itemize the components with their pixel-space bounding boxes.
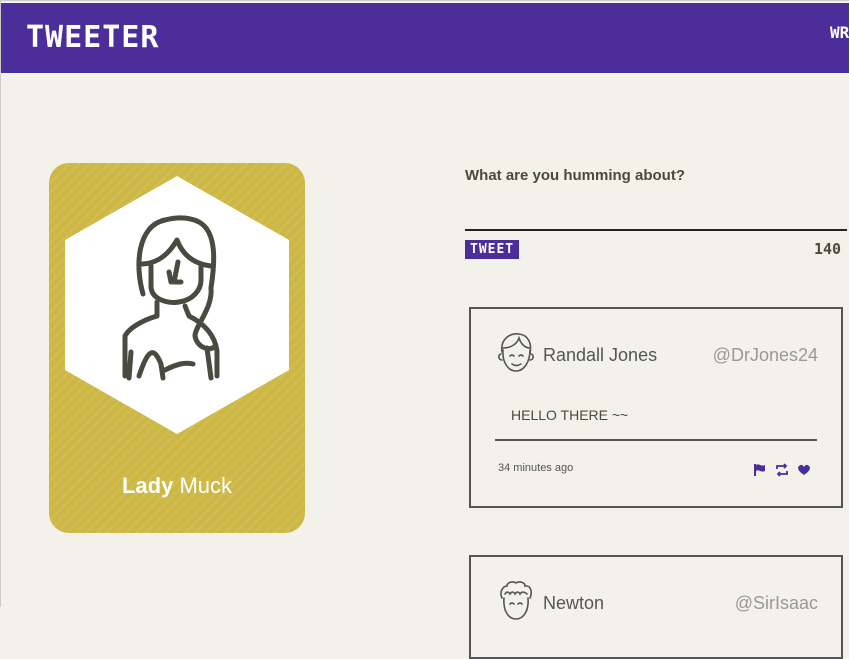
tweet-divider bbox=[495, 439, 817, 441]
tweet-body: HELLO THERE ~~ bbox=[511, 407, 629, 423]
avatar-hexagon bbox=[65, 176, 289, 434]
profile-first-name: Lady bbox=[121, 473, 174, 498]
tweet-button[interactable]: TWEET bbox=[465, 240, 520, 259]
tweet-author-handle[interactable]: @DrJones24 bbox=[713, 345, 818, 366]
compose-area: What are you humming about? TWEET 140 bbox=[465, 167, 847, 259]
tweet-actions bbox=[753, 463, 813, 477]
compose-prompt: What are you humming about? bbox=[465, 167, 685, 184]
tweet-card: Randall Jones @DrJones24 HELLO THERE ~~ … bbox=[469, 307, 843, 508]
profile-name: Lady Muck bbox=[49, 473, 305, 499]
retweet-icon[interactable] bbox=[775, 463, 789, 477]
curly-hair-avatar-icon bbox=[500, 581, 532, 620]
man-avatar-icon bbox=[498, 333, 534, 372]
tweet-author-handle[interactable]: @SirIsaac bbox=[735, 593, 818, 614]
tweet-timestamp: 34 minutes ago bbox=[498, 462, 574, 474]
app-logo[interactable]: TWEETER bbox=[26, 20, 159, 55]
tweet-input[interactable] bbox=[465, 197, 847, 231]
profile-card: Lady Muck bbox=[49, 163, 305, 533]
top-bar: TWEETER WR bbox=[1, 3, 849, 73]
tweet-author-name[interactable]: Randall Jones bbox=[543, 345, 657, 366]
tweet-author-name[interactable]: Newton bbox=[543, 593, 604, 614]
profile-last-name: Muck bbox=[179, 473, 233, 498]
tweet-card: Newton @SirIsaac bbox=[469, 555, 843, 659]
char-counter: 140 bbox=[814, 240, 842, 258]
profile-avatar bbox=[65, 176, 289, 434]
flag-icon[interactable] bbox=[753, 463, 767, 477]
heart-icon[interactable] bbox=[797, 463, 811, 477]
nav-link[interactable]: WR bbox=[830, 23, 849, 42]
